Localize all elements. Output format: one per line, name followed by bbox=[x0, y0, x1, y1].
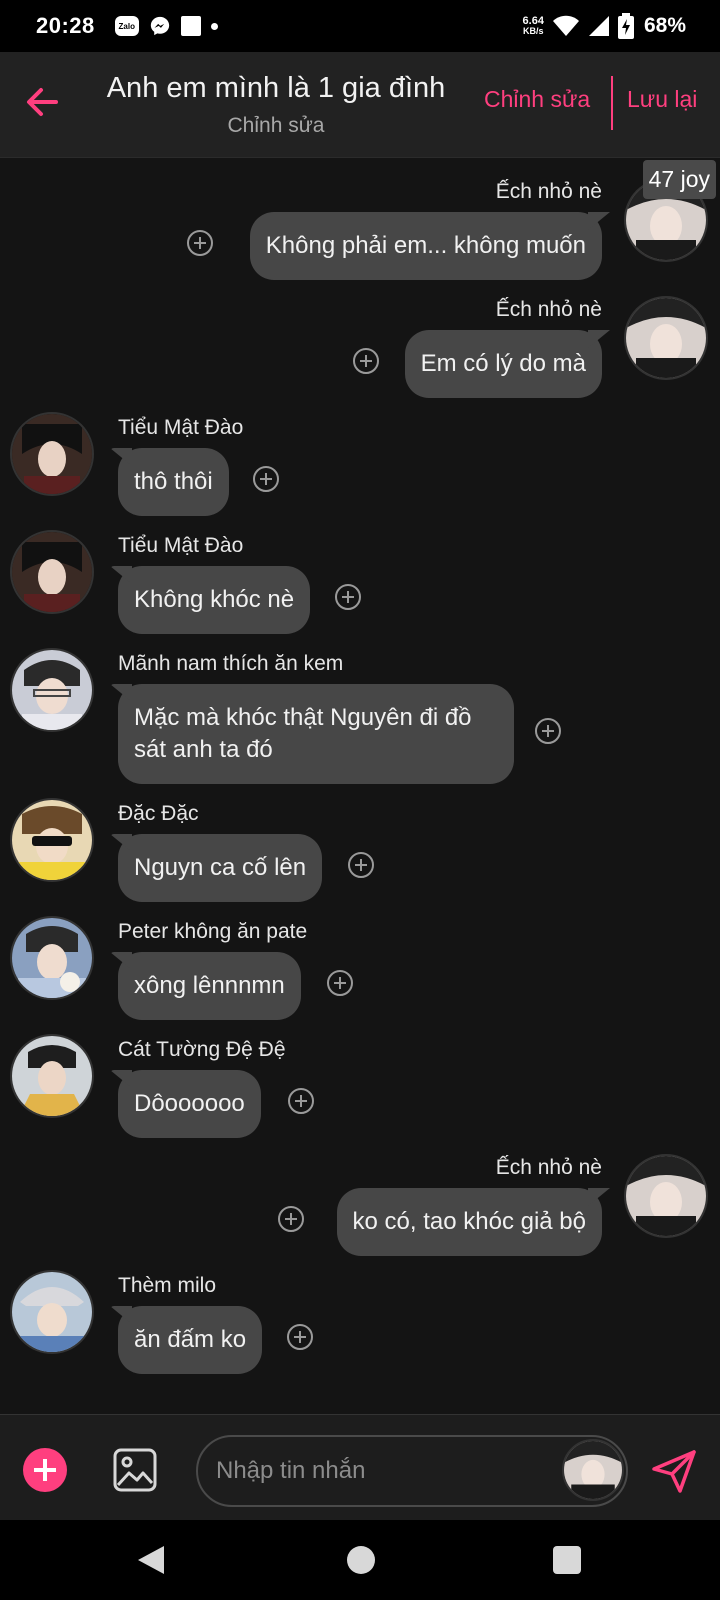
header-divider bbox=[611, 76, 613, 130]
signal-icon bbox=[588, 16, 609, 36]
avatar[interactable] bbox=[10, 1034, 94, 1118]
sender-avatar[interactable] bbox=[562, 1439, 624, 1501]
status-time: 20:28 bbox=[36, 13, 95, 38]
message-item: Ếch nhỏ nè ko có, tao khóc giả bộ bbox=[0, 1134, 720, 1256]
message-bubble[interactable]: Nguyn ca cố lên bbox=[118, 834, 323, 902]
add-reaction-icon[interactable] bbox=[348, 852, 374, 878]
add-reaction-icon[interactable] bbox=[187, 230, 213, 256]
wifi-icon bbox=[552, 15, 579, 36]
square-icon bbox=[180, 16, 201, 36]
message-item: Tiểu Mật Đào thô thôi bbox=[0, 394, 720, 516]
message-bubble[interactable]: ko có, tao khóc giả bộ bbox=[336, 1188, 602, 1256]
avatar[interactable] bbox=[10, 1270, 94, 1354]
joy-badge: 47 joy bbox=[642, 160, 716, 199]
message-list[interactable]: 47 joy Ếch nhỏ nè Không phải em... không… bbox=[0, 158, 720, 1416]
network-speed-unit: KB/s bbox=[523, 26, 544, 36]
message-item: Đặc Đặc Nguyn ca cố lên bbox=[0, 780, 720, 902]
add-reaction-icon[interactable] bbox=[335, 584, 361, 610]
message-bubble[interactable]: Không khóc nè bbox=[118, 566, 311, 634]
sender-name: Peter không ăn pate bbox=[118, 920, 308, 943]
message-bubble[interactable]: thô thôi bbox=[118, 448, 229, 516]
avatar[interactable] bbox=[10, 648, 94, 732]
avatar[interactable] bbox=[10, 530, 94, 614]
sender-name: Tiểu Mật Đào bbox=[118, 416, 244, 439]
message-bubble[interactable]: Không phải em... không muốn bbox=[249, 212, 602, 280]
chat-header: Anh em mình là 1 gia đình Chỉnh sửa Chỉn… bbox=[0, 52, 720, 158]
avatar[interactable] bbox=[10, 412, 94, 496]
send-icon[interactable] bbox=[650, 1447, 698, 1495]
chat-screen: 20:28 Zalo 6.64 KB/s 68% Anh em mình là … bbox=[0, 0, 720, 1600]
message-item: Ếch nhỏ nè Em có lý do mà bbox=[0, 276, 720, 398]
message-bubble[interactable]: Dôoooooo bbox=[118, 1070, 261, 1138]
add-reaction-icon[interactable] bbox=[535, 718, 561, 744]
sender-name: Cát Tường Đệ Đệ bbox=[118, 1038, 286, 1061]
add-reaction-icon[interactable] bbox=[287, 1324, 313, 1350]
message-bubble[interactable]: ăn đấm ko bbox=[118, 1306, 263, 1374]
sender-name: Tiểu Mật Đào bbox=[118, 534, 244, 557]
avatar[interactable] bbox=[624, 296, 708, 380]
add-reaction-icon[interactable] bbox=[278, 1206, 304, 1232]
avatar[interactable] bbox=[10, 916, 94, 1000]
edit-button[interactable]: Chỉnh sửa bbox=[484, 86, 590, 113]
status-right: 6.64 KB/s 68% bbox=[523, 13, 686, 39]
nav-home-icon[interactable] bbox=[347, 1546, 375, 1574]
add-reaction-icon[interactable] bbox=[253, 466, 279, 492]
nav-recents-icon[interactable] bbox=[553, 1546, 581, 1574]
dot-icon bbox=[210, 22, 218, 30]
network-speed: 6.64 KB/s bbox=[522, 15, 544, 37]
zalo-icon: Zalo bbox=[114, 16, 139, 36]
system-nav-bar bbox=[0, 1520, 720, 1600]
network-speed-value: 6.64 bbox=[522, 15, 544, 27]
message-item: Mãnh nam thích ăn kem Mặc mà khóc thật N… bbox=[0, 630, 720, 784]
message-item: Tiểu Mật Đào Không khóc nè bbox=[0, 512, 720, 634]
status-bar: 20:28 Zalo 6.64 KB/s 68% bbox=[0, 0, 720, 52]
avatar[interactable] bbox=[624, 1154, 708, 1238]
add-reaction-icon[interactable] bbox=[288, 1088, 314, 1114]
message-item: Ếch nhỏ nè Không phải em... không muốn bbox=[0, 158, 720, 280]
chat-subtitle: Chỉnh sửa bbox=[227, 114, 325, 137]
add-reaction-icon[interactable] bbox=[353, 348, 379, 374]
message-bubble[interactable]: xông lênnnmn bbox=[118, 952, 301, 1020]
sender-name: Thèm milo bbox=[118, 1274, 217, 1297]
battery-percent: 68% bbox=[643, 14, 686, 37]
sender-name: Ếch nhỏ nè bbox=[495, 298, 602, 321]
sender-name: Ếch nhỏ nè bbox=[495, 180, 602, 203]
sender-name: Mãnh nam thích ăn kem bbox=[118, 652, 344, 675]
avatar[interactable] bbox=[10, 798, 94, 882]
message-input-bar bbox=[0, 1414, 720, 1520]
message-bubble[interactable]: Mặc mà khóc thật Nguyên đi đồ sát anh ta… bbox=[118, 684, 514, 784]
nav-back-icon[interactable] bbox=[136, 1544, 166, 1576]
message-item: Cát Tường Đệ Đệ Dôoooooo bbox=[0, 1016, 720, 1138]
message-item: Peter không ăn pate xông lênnnmn bbox=[0, 898, 720, 1020]
add-reaction-icon[interactable] bbox=[327, 970, 353, 996]
message-item: Thèm milo ăn đấm ko bbox=[0, 1252, 720, 1374]
notification-icons: Zalo bbox=[114, 15, 218, 37]
sender-name: Ếch nhỏ nè bbox=[495, 1156, 602, 1179]
message-bubble[interactable]: Em có lý do mà bbox=[404, 330, 602, 398]
back-arrow-icon[interactable] bbox=[22, 82, 62, 122]
add-attachment-button[interactable] bbox=[23, 1448, 67, 1492]
sender-name: Đặc Đặc bbox=[118, 802, 199, 825]
save-button[interactable]: Lưu lại bbox=[627, 86, 697, 113]
battery-icon bbox=[617, 13, 634, 39]
chat-title: Anh em mình là 1 gia đình bbox=[106, 72, 446, 104]
messenger-icon bbox=[150, 16, 169, 36]
image-picker-icon[interactable] bbox=[112, 1447, 158, 1493]
